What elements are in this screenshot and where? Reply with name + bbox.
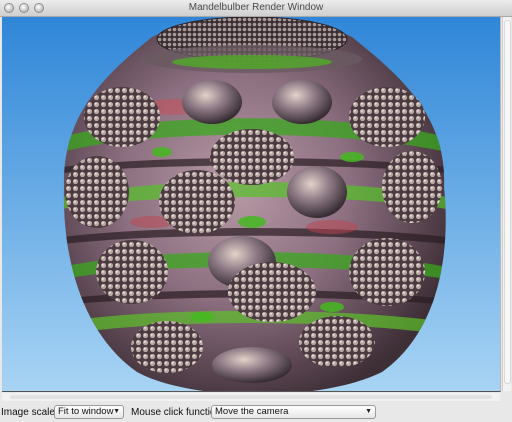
mandelbulb-fractal <box>63 17 446 391</box>
mouse-click-function-dropdown[interactable]: Move the camera ▼ <box>211 405 376 419</box>
mouse-click-function-label: Mouse click function: <box>131 407 224 418</box>
fractal-render-image[interactable] <box>2 17 500 391</box>
render-window: Mandelbulber Render Window Image scale: … <box>0 0 512 422</box>
horizontal-scrollbar-thumb[interactable] <box>10 395 492 399</box>
chevron-down-icon: ▼ <box>365 408 372 415</box>
mouse-click-function-value: Move the camera <box>215 406 289 417</box>
horizontal-scrollbar[interactable] <box>2 393 500 401</box>
window-title: Mandelbulber Render Window <box>188 2 324 13</box>
image-scale-dropdown[interactable]: Fit to window ▼ <box>54 405 124 419</box>
image-scale-label: Image scale: <box>1 407 58 418</box>
control-bar: Image scale: Fit to window ▼ Mouse click… <box>0 403 512 422</box>
title-bar[interactable]: Mandelbulber Render Window <box>0 0 512 17</box>
vertical-scrollbar-thumb[interactable] <box>504 20 511 384</box>
image-scale-value: Fit to window <box>58 406 114 417</box>
render-viewport[interactable] <box>2 17 501 392</box>
chevron-down-icon: ▼ <box>113 408 120 415</box>
vertical-scrollbar[interactable] <box>502 17 511 391</box>
